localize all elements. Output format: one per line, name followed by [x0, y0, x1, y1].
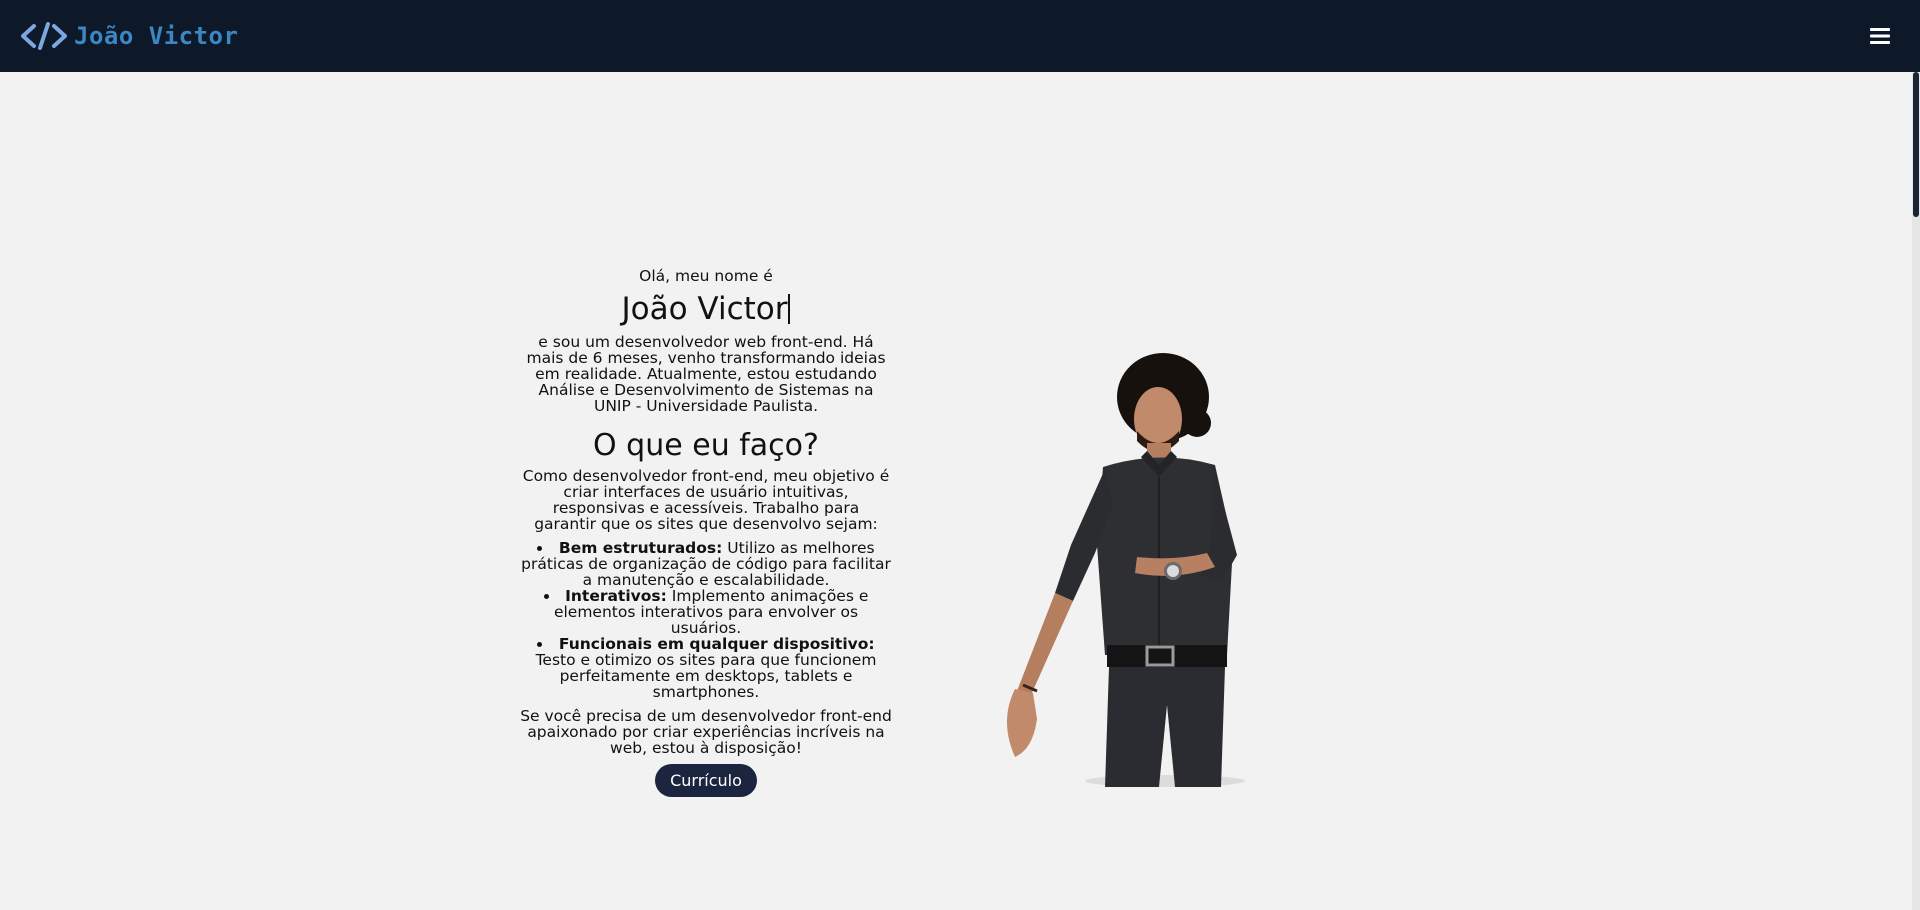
typing-caret — [788, 294, 791, 324]
closing-text: Se você precisa de um desenvolvedor fron… — [520, 707, 892, 757]
hero-section: Olá, meu nome é João Victor e sou um des… — [520, 268, 892, 797]
services-title: O que eu faço? — [593, 428, 819, 463]
brand-name: João Victor — [74, 22, 239, 50]
scrollbar-thumb[interactable] — [1913, 72, 1919, 217]
navbar: João Victor — [0, 0, 1920, 72]
list-item: Interativos: Implemento animações e elem… — [520, 588, 892, 636]
page-scrollbar[interactable] — [1912, 72, 1920, 910]
code-brackets-icon — [20, 21, 68, 51]
services-list: Bem estruturados: Utilizo as melhores pr… — [520, 540, 892, 700]
profile-photo — [975, 345, 1295, 787]
services-intro: Como desenvolvedor front-end, meu objeti… — [522, 467, 890, 533]
list-item: Funcionais em qualquer dispositivo: Test… — [520, 636, 892, 700]
about-text: e sou um desenvolvedor web front-end. Há… — [526, 333, 886, 415]
hero-name: João Victor — [621, 291, 788, 327]
hero-name-heading: João Victor — [520, 290, 892, 328]
list-item-text: Testo e otimizo os sites para que funcio… — [535, 651, 877, 701]
resume-button[interactable]: Currículo — [655, 764, 757, 797]
greeting-text: Olá, meu nome é — [639, 267, 773, 285]
list-item: Bem estruturados: Utilizo as melhores pr… — [520, 540, 892, 588]
brand-link[interactable]: João Victor — [20, 21, 238, 51]
hamburger-menu-icon[interactable] — [1864, 20, 1896, 52]
